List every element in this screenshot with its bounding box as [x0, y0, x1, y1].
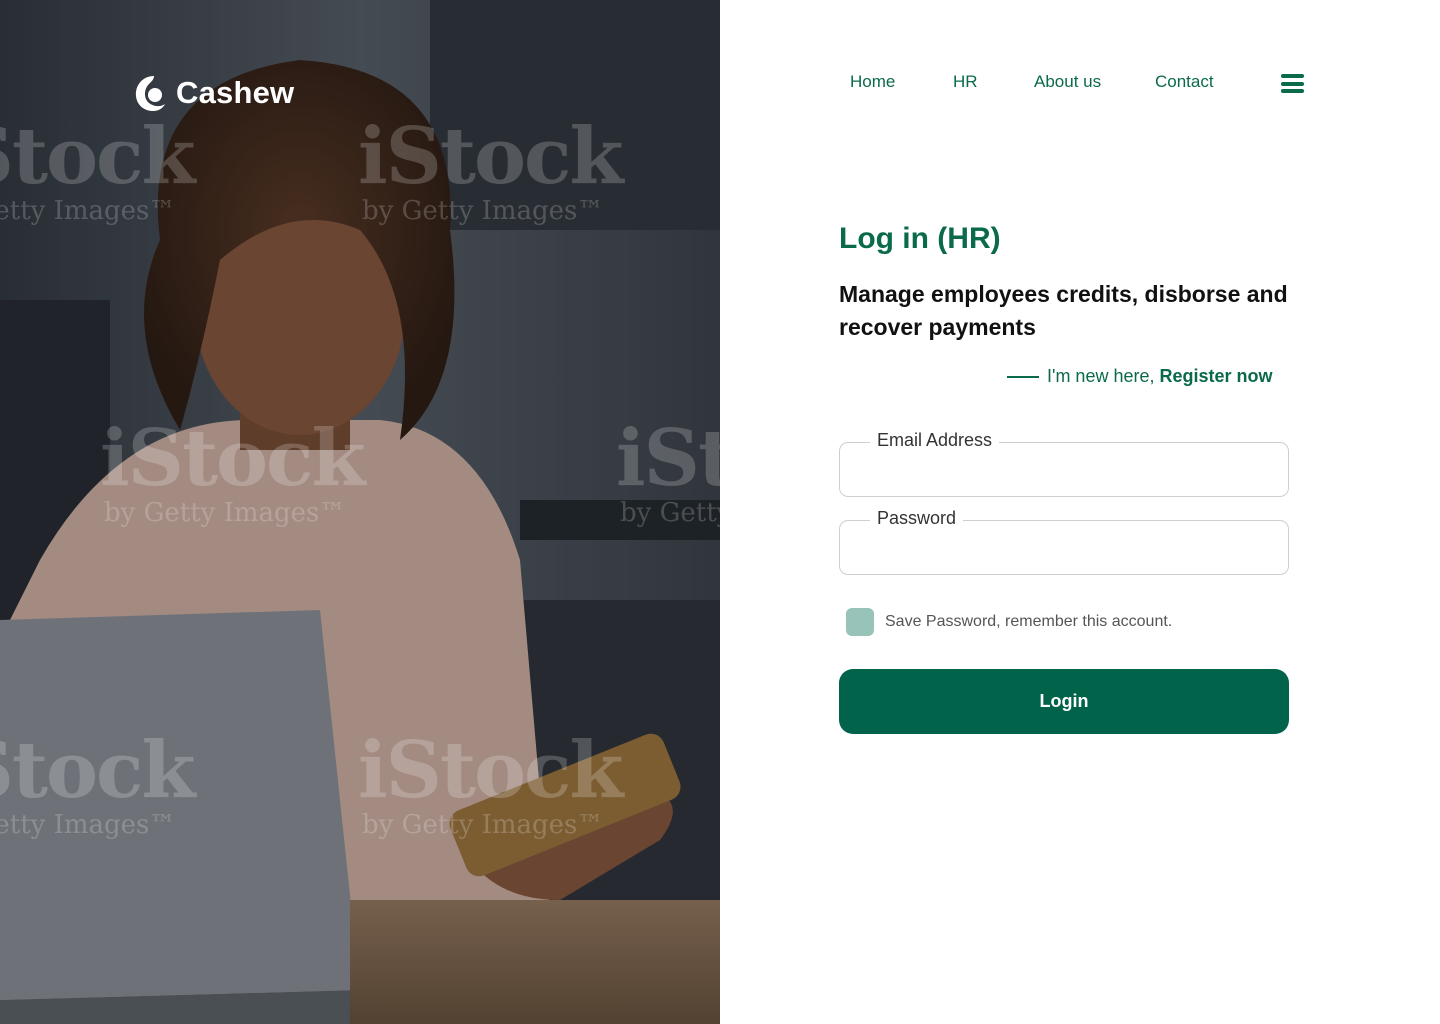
password-label: Password	[870, 508, 964, 529]
register-prompt: I'm new here, Register now	[1007, 366, 1273, 387]
top-nav: Home HR About us Contact	[720, 72, 1440, 96]
nav-hr[interactable]: HR	[953, 72, 978, 92]
register-prompt-text: I'm new here,	[1047, 366, 1155, 386]
register-link[interactable]: Register now	[1159, 366, 1272, 387]
email-label: Email Address	[870, 430, 1000, 451]
cashew-logo-icon	[135, 76, 165, 111]
page-title: Log in (HR)	[839, 222, 1001, 255]
brand-logo[interactable]: Cashew	[132, 72, 294, 114]
password-input[interactable]	[856, 533, 1274, 563]
login-button[interactable]: Login	[839, 669, 1289, 734]
divider-dash	[1007, 375, 1039, 378]
remember-label: Save Password, remember this account.	[885, 613, 1173, 630]
remember-checkbox[interactable]	[846, 608, 874, 636]
hero-overlay	[0, 0, 720, 1024]
hero-photo: iStockby Getty Images™ iStockby Getty Im…	[0, 0, 720, 1024]
nav-home[interactable]: Home	[850, 72, 895, 92]
hamburger-menu-icon[interactable]	[1281, 74, 1304, 93]
nav-about-us[interactable]: About us	[1034, 72, 1101, 92]
login-panel: Home HR About us Contact Log in (HR) Man…	[720, 0, 1440, 1024]
brand-name: Cashew	[176, 75, 295, 110]
password-field: Password	[839, 508, 1289, 575]
remember-row: Save Password, remember this account.	[846, 608, 1172, 636]
email-field: Email Address	[839, 430, 1289, 497]
email-input[interactable]	[856, 455, 1274, 485]
nav-contact[interactable]: Contact	[1155, 72, 1214, 92]
page-subtitle: Manage employees credits, disborse and r…	[839, 281, 1288, 340]
